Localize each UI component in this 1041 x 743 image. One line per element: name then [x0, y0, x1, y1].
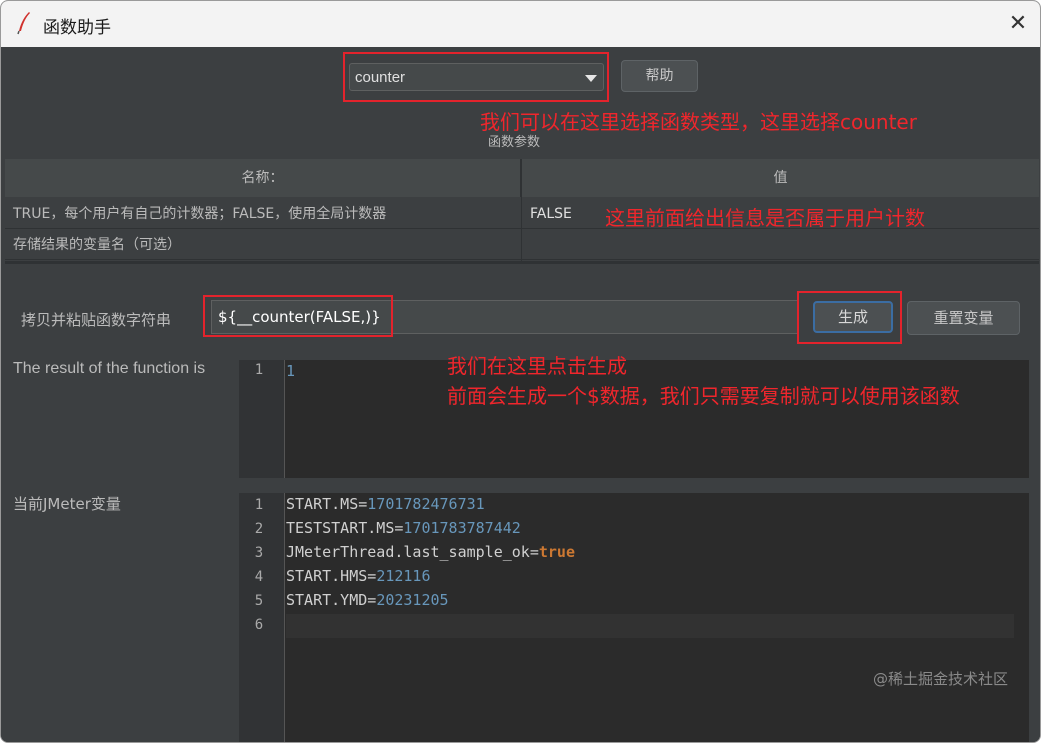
feather-icon: [17, 12, 30, 35]
line-number-gutter: 1: [239, 360, 285, 478]
close-button[interactable]: ✕: [995, 1, 1040, 47]
table-row[interactable]: 存储结果的变量名（可选）: [5, 230, 1039, 260]
line-number: 4: [254, 569, 264, 585]
var-value: 1701783787442: [403, 519, 521, 537]
var-value: 1701782476731: [367, 495, 485, 513]
var-key: START.YMD=: [286, 591, 377, 609]
highlight-box-string: [203, 295, 393, 337]
line-number: 2: [254, 521, 264, 537]
annotation-select: 我们可以在这里选择函数类型，这里选择counter: [480, 110, 917, 134]
var-value: 20231205: [376, 591, 449, 609]
param-name-cell: 存储结果的变量名（可选）: [13, 237, 181, 253]
result-value: 1: [286, 362, 296, 380]
current-line-highlight: [286, 614, 1014, 638]
line-number-gutter: 1 2 3 4 5 6: [239, 493, 285, 742]
line-number: 6: [254, 617, 264, 633]
section-separator: [5, 261, 1039, 264]
column-header-value: 值: [522, 159, 1039, 197]
var-value: true: [538, 543, 575, 561]
reset-variables-button[interactable]: 重置变量: [907, 301, 1020, 335]
function-select[interactable]: counter: [349, 63, 604, 91]
column-divider: [521, 159, 522, 261]
param-value-cell[interactable]: FALSE: [522, 199, 602, 229]
line-number: 3: [254, 545, 264, 561]
annotation-value: 这里前面给出信息是否属于用户计数: [605, 206, 925, 230]
result-text-area[interactable]: 1 1: [239, 360, 1029, 478]
var-value: 212116: [376, 567, 431, 585]
code-line: TESTSTART.MS=1701783787442: [286, 519, 521, 537]
param-value-cell[interactable]: [522, 230, 1039, 260]
jmeter-vars-label: 当前JMeter变量: [13, 495, 121, 513]
var-key: TESTSTART.MS=: [286, 519, 404, 537]
var-key: START.MS=: [286, 495, 368, 513]
annotation-generate-1: 我们在这里点击生成: [447, 354, 627, 378]
title-bar: 函数助手 ✕: [1, 1, 1040, 47]
annotation-generate-2: 前面会生成一个$数据，我们只需要复制就可以使用该函数: [447, 384, 960, 408]
code-line: START.HMS=212116: [286, 567, 431, 585]
result-label: The result of the function is: [13, 360, 206, 377]
var-key: START.HMS=: [286, 567, 377, 585]
line-number: 5: [254, 593, 264, 609]
var-key: JMeterThread.last_sample_ok=: [286, 543, 539, 561]
function-helper-window: 函数助手 ✕ counter 帮助 我们可以在这里选择函数类型，这里选择coun…: [0, 0, 1041, 743]
dialog-content: counter 帮助 我们可以在这里选择函数类型，这里选择counter 函数参…: [1, 47, 1040, 742]
help-button[interactable]: 帮助: [621, 60, 698, 92]
function-select-value: counter: [355, 69, 406, 86]
watermark: @稀土掘金技术社区: [873, 670, 1009, 688]
column-header-name: 名称：: [5, 159, 521, 197]
line-number: 1: [254, 497, 264, 513]
jmeter-vars-text-area[interactable]: 1 2 3 4 5 6 START.MS=1701782476731 TESTS…: [239, 493, 1029, 742]
param-name-cell: TRUE，每个用户有自己的计数器；FALSE，使用全局计数器: [13, 206, 387, 222]
line-number: 1: [254, 362, 264, 378]
highlight-box-generate: [797, 291, 902, 344]
code-line: START.MS=1701782476731: [286, 495, 485, 513]
function-string-label: 拷贝并粘贴函数字符串: [21, 311, 172, 329]
params-section-title: 函数参数: [488, 135, 541, 150]
window-title: 函数助手: [43, 18, 111, 38]
dropdown-arrow-icon: [585, 75, 597, 82]
code-line: JMeterThread.last_sample_ok=true: [286, 543, 575, 561]
code-line: START.YMD=20231205: [286, 591, 449, 609]
